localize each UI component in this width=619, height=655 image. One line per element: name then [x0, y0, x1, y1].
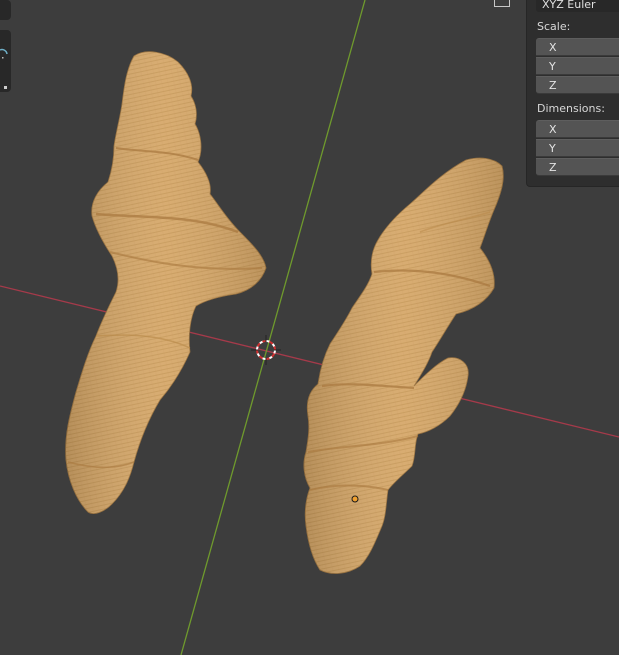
panel-toggle-icon[interactable] [494, 0, 510, 7]
3d-cursor-icon[interactable] [251, 335, 281, 365]
dimensions-z-field[interactable]: Z [536, 158, 619, 176]
scale-label: Scale: [537, 20, 571, 33]
right-mesh-object[interactable] [303, 157, 504, 574]
transform-properties-panel: XYZ Euler Scale: X Y Z Dimensions: X Y Z [526, 0, 619, 187]
transform-tool-icon [0, 48, 8, 89]
dimensions-y-field[interactable]: Y [536, 139, 619, 157]
scale-x-field[interactable]: X [536, 38, 619, 56]
object-origin-dot[interactable] [351, 495, 359, 503]
left-toolbar [0, 0, 12, 95]
scale-y-field[interactable]: Y [536, 57, 619, 75]
rotation-mode-dropdown[interactable]: XYZ Euler [536, 0, 619, 12]
left-mesh-object[interactable] [65, 51, 267, 514]
toolbar-tool-group[interactable] [0, 30, 11, 92]
dimensions-x-field[interactable]: X [536, 120, 619, 138]
toolbar-button[interactable] [0, 0, 11, 20]
dimensions-label: Dimensions: [537, 102, 605, 115]
scale-z-field[interactable]: Z [536, 76, 619, 94]
